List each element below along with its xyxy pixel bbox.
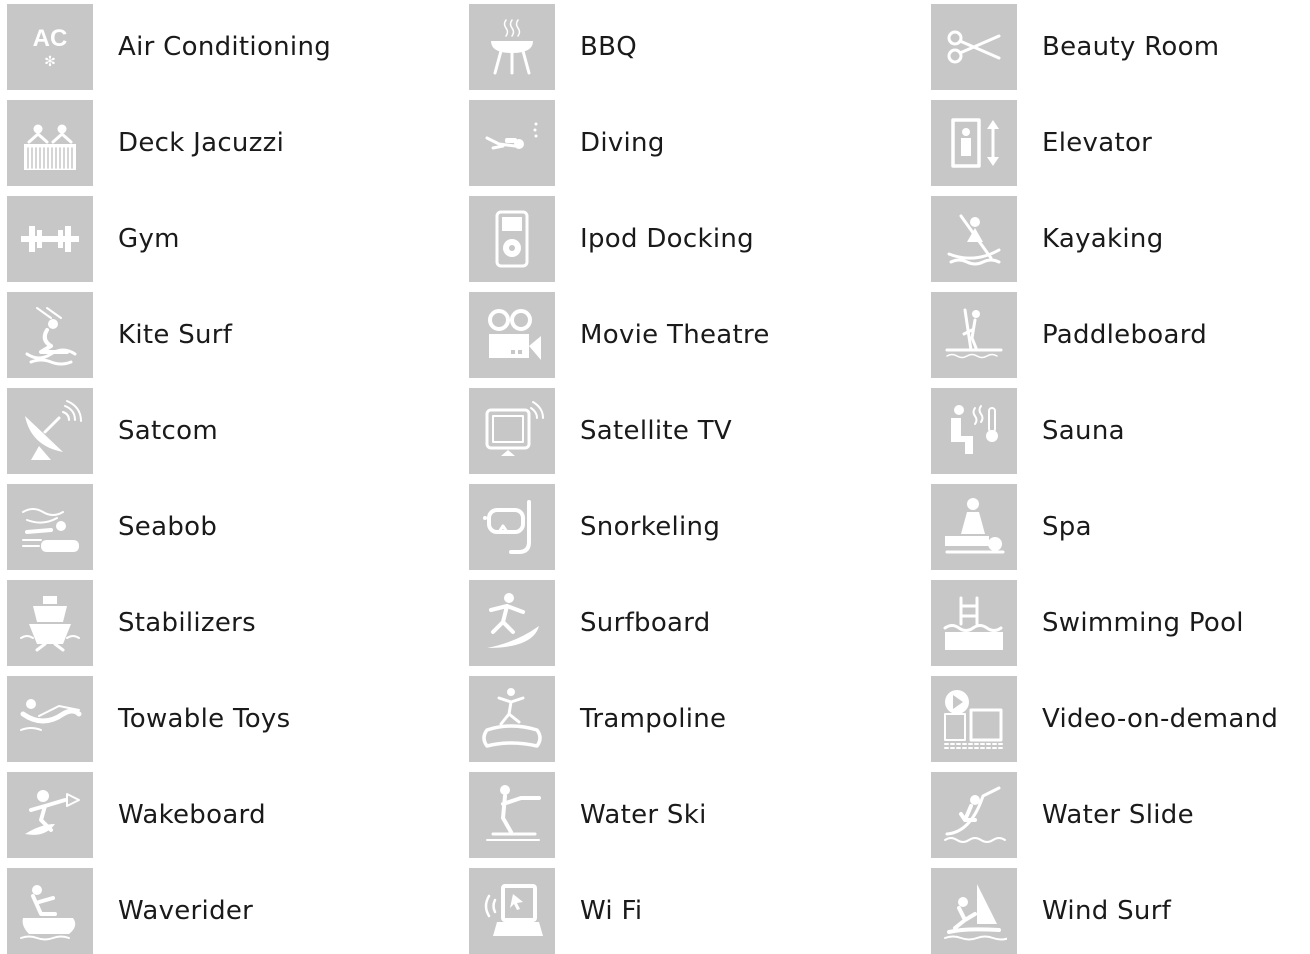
amenity-label: Trampoline	[580, 704, 727, 734]
amenity-label: Wi Fi	[580, 896, 643, 926]
pool-ladder-icon	[931, 580, 1017, 666]
amenity-label: Wakeboard	[118, 800, 266, 830]
amenity-item: BBQ	[462, 4, 924, 90]
amenity-label: Sauna	[1042, 416, 1125, 446]
water-slide-icon	[931, 772, 1017, 858]
amenity-item: Diving	[462, 100, 924, 186]
ipod-icon	[469, 196, 555, 282]
amenity-label: Video-on-demand	[1042, 704, 1279, 734]
amenity-item: Stabilizers	[0, 580, 462, 666]
amenity-label: Air Conditioning	[118, 32, 332, 62]
scissors-icon	[931, 4, 1017, 90]
amenity-item: Gym	[0, 196, 462, 282]
amenity-item: Beauty Room	[924, 4, 1310, 90]
jetski-icon	[7, 868, 93, 954]
sauna-icon	[931, 388, 1017, 474]
amenity-label: Waverider	[118, 896, 254, 926]
amenity-item: Waverider	[0, 868, 462, 954]
amenity-label: Movie Theatre	[580, 320, 770, 350]
diver-icon	[469, 100, 555, 186]
water-ski-icon	[469, 772, 555, 858]
amenity-item: Elevator	[924, 100, 1310, 186]
air-conditioning-icon: AC ✻	[7, 4, 93, 90]
amenity-item: Wind Surf	[924, 868, 1310, 954]
video-play-icon	[931, 676, 1017, 762]
amenity-label: Surfboard	[580, 608, 711, 638]
bbq-icon	[469, 4, 555, 90]
amenity-label: Spa	[1042, 512, 1092, 542]
movie-camera-icon	[469, 292, 555, 378]
amenity-label: Stabilizers	[118, 608, 256, 638]
amenity-item: Wi Fi	[462, 868, 924, 954]
amenity-label: Ipod Docking	[580, 224, 754, 254]
kayak-icon	[931, 196, 1017, 282]
amenity-item: Satcom	[0, 388, 462, 474]
amenity-label: Beauty Room	[1042, 32, 1220, 62]
amenity-label: Satcom	[118, 416, 218, 446]
amenity-item: Towable Toys	[0, 676, 462, 762]
amenity-label: Satellite TV	[580, 416, 733, 446]
amenity-label: BBQ	[580, 32, 638, 62]
amenity-item: Sauna	[924, 388, 1310, 474]
amenity-label: Snorkeling	[580, 512, 721, 542]
amenity-item: Spa	[924, 484, 1310, 570]
amenity-label: Deck Jacuzzi	[118, 128, 285, 158]
surfer-icon	[469, 580, 555, 666]
ship-icon	[7, 580, 93, 666]
wakeboard-icon	[7, 772, 93, 858]
svg-text:AC: AC	[33, 25, 68, 52]
amenity-item: Video-on-demand	[924, 676, 1310, 762]
amenity-label: Kayaking	[1042, 224, 1164, 254]
amenity-item: Surfboard	[462, 580, 924, 666]
massage-icon	[931, 484, 1017, 570]
amenity-label: Gym	[118, 224, 180, 254]
amenity-item: Kayaking	[924, 196, 1310, 282]
amenity-label: Towable Toys	[118, 704, 291, 734]
amenity-label: Elevator	[1042, 128, 1153, 158]
amenity-item: Snorkeling	[462, 484, 924, 570]
satellite-dish-icon	[7, 388, 93, 474]
amenity-item: Trampoline	[462, 676, 924, 762]
amenity-item: Swimming Pool	[924, 580, 1310, 666]
trampoline-icon	[469, 676, 555, 762]
elevator-icon	[931, 100, 1017, 186]
dumbbell-icon	[7, 196, 93, 282]
amenity-item: Water Ski	[462, 772, 924, 858]
amenity-label: Paddleboard	[1042, 320, 1208, 350]
seabob-icon	[7, 484, 93, 570]
paddleboard-icon	[931, 292, 1017, 378]
amenity-item: Wakeboard	[0, 772, 462, 858]
tv-icon	[469, 388, 555, 474]
amenity-item: Paddleboard	[924, 292, 1310, 378]
kitesurf-icon	[7, 292, 93, 378]
amenity-label: Kite Surf	[118, 320, 233, 350]
amenity-label: Seabob	[118, 512, 218, 542]
svg-text:✻: ✻	[44, 54, 56, 70]
windsurf-icon	[931, 868, 1017, 954]
towable-icon	[7, 676, 93, 762]
amenity-label: Diving	[580, 128, 665, 158]
amenity-item: Satellite TV	[462, 388, 924, 474]
snorkel-mask-icon	[469, 484, 555, 570]
amenity-label: Water Slide	[1042, 800, 1194, 830]
amenity-label: Swimming Pool	[1042, 608, 1244, 638]
jacuzzi-icon	[7, 100, 93, 186]
amenity-item: Movie Theatre	[462, 292, 924, 378]
amenity-item: Ipod Docking	[462, 196, 924, 282]
amenity-item: Deck Jacuzzi	[0, 100, 462, 186]
wifi-laptop-icon	[469, 868, 555, 954]
amenity-label: Water Ski	[580, 800, 707, 830]
amenity-label: Wind Surf	[1042, 896, 1172, 926]
amenity-item: AC ✻ Air Conditioning	[0, 4, 462, 90]
amenities-grid: AC ✻ Air Conditioning BBQ Beauty Room Deck Ja…	[0, 0, 1310, 954]
amenity-item: Kite Surf	[0, 292, 462, 378]
amenity-item: Seabob	[0, 484, 462, 570]
amenity-item: Water Slide	[924, 772, 1310, 858]
